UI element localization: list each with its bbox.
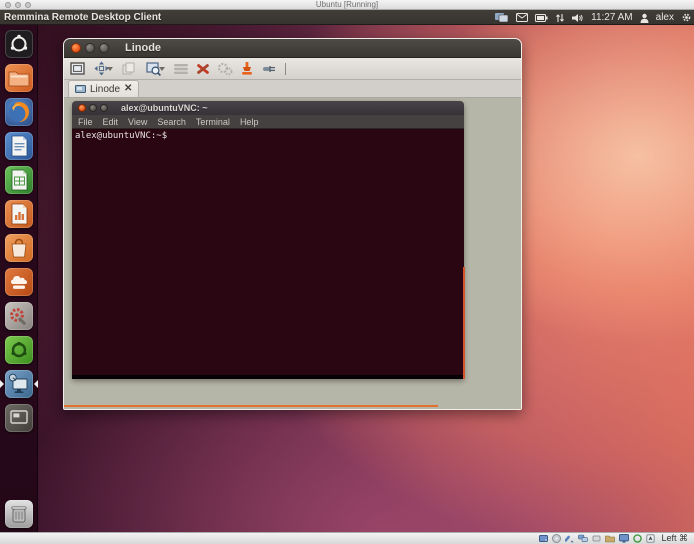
scaled-mode-dropdown[interactable]: [159, 67, 165, 71]
duplicate-tab-icon[interactable]: [121, 61, 137, 77]
launcher-item-libreoffice-calc[interactable]: [5, 166, 33, 194]
unity-launcher: [0, 25, 38, 532]
terminal-window-title: alex@ubuntuVNC: ~: [121, 103, 208, 113]
launcher-item-workspace-switcher[interactable]: [5, 404, 33, 432]
terminal-titlebar[interactable]: alex@ubuntuVNC: ~: [72, 101, 464, 115]
launcher-item-libreoffice-writer[interactable]: [5, 132, 33, 160]
virtualbox-host-window: Ubuntu [Running] Remmina Remote Desktop …: [0, 0, 694, 544]
vbox-mouse-icon[interactable]: [646, 534, 655, 543]
remmina-window-title: Linode: [125, 42, 161, 54]
launcher-running-arrow: [0, 380, 4, 388]
remmina-titlebar[interactable]: Linode: [64, 39, 521, 58]
disconnect-icon[interactable]: [239, 61, 255, 77]
remmina-tabbar: Linode ✕: [64, 80, 521, 98]
vbox-network-icon[interactable]: [578, 534, 588, 543]
menu-view[interactable]: View: [128, 117, 147, 127]
host-key-label: Left ⌘: [661, 533, 688, 544]
toolbar-separator: [285, 63, 286, 75]
clock-indicator[interactable]: 11:27 AM: [591, 12, 633, 23]
fit-window-icon[interactable]: [91, 61, 115, 77]
terminal-output[interactable]: alex@ubuntuVNC:~$: [72, 129, 464, 379]
session-gear-icon[interactable]: [681, 12, 692, 23]
terminal-maximize-button[interactable]: [100, 104, 108, 112]
launcher-item-dash-home[interactable]: [5, 30, 33, 58]
active-app-title: Remmina Remote Desktop Client: [4, 12, 161, 23]
terminal-menubar: File Edit View Search Terminal Help: [72, 115, 464, 129]
remote-terminal-window: alex@ubuntuVNC: ~ File Edit View Search …: [72, 101, 464, 379]
tools-icon[interactable]: [195, 61, 211, 77]
menu-help[interactable]: Help: [240, 117, 259, 127]
launcher-item-system-settings[interactable]: [5, 302, 33, 330]
volume-indicator-icon[interactable]: [572, 13, 584, 23]
launcher-item-trash[interactable]: [5, 500, 33, 528]
host-window-title: Ubuntu [Running]: [0, 0, 694, 10]
launcher-item-ubuntu-one[interactable]: [5, 268, 33, 296]
tab-label: Linode: [90, 84, 120, 95]
remmina-minimize-button[interactable]: [85, 43, 95, 53]
vbox-cd-icon[interactable]: [552, 534, 561, 543]
vbox-usb-icon[interactable]: [592, 534, 601, 543]
fullscreen-icon[interactable]: [69, 61, 85, 77]
menu-search[interactable]: Search: [157, 117, 186, 127]
launcher-item-green-app[interactable]: [5, 336, 33, 364]
vbox-recording-icon[interactable]: [633, 534, 642, 543]
launcher-item-libreoffice-impress[interactable]: [5, 200, 33, 228]
tab-close-icon[interactable]: ✕: [124, 84, 132, 94]
tab-screen-icon: [75, 85, 86, 94]
launcher-item-home-folder[interactable]: [5, 64, 33, 92]
user-indicator-icon[interactable]: [640, 13, 649, 23]
plug-icon[interactable]: [261, 61, 277, 77]
remote-wallpaper-strip: [64, 405, 438, 407]
vbox-sharedfolders-icon[interactable]: [605, 534, 615, 543]
vbox-statusbar: Left ⌘: [0, 532, 694, 544]
menu-terminal[interactable]: Terminal: [196, 117, 230, 127]
battery-indicator-icon[interactable]: [535, 14, 548, 22]
menu-file[interactable]: File: [78, 117, 93, 127]
displays-indicator-icon[interactable]: [495, 13, 509, 23]
vbox-hdd-icon[interactable]: [539, 534, 548, 543]
unity-top-panel: Remmina Remote Desktop Client 11:27 AM a…: [0, 10, 694, 25]
menu-edit[interactable]: Edit: [103, 117, 119, 127]
vbox-audio-icon[interactable]: [565, 534, 574, 543]
host-titlebar: Ubuntu [Running]: [0, 0, 694, 10]
launcher-item-software-center[interactable]: [5, 234, 33, 262]
terminal-minimize-button[interactable]: [89, 104, 97, 112]
grab-keyboard-icon[interactable]: [173, 61, 189, 77]
remmina-window: Linode: [63, 38, 522, 410]
messages-indicator-icon[interactable]: [516, 13, 528, 22]
shell-prompt: alex@ubuntuVNC:~$: [75, 131, 167, 141]
terminal-close-button[interactable]: [78, 104, 86, 112]
settings-gears-icon[interactable]: [217, 61, 233, 77]
fit-window-dropdown[interactable]: [107, 67, 113, 71]
vbox-display-icon[interactable]: [619, 534, 629, 543]
tab-linode[interactable]: Linode ✕: [68, 80, 139, 97]
username-indicator[interactable]: alex: [656, 12, 674, 23]
network-indicator-icon[interactable]: [555, 13, 565, 23]
terminal-edge-artifact: [463, 267, 465, 379]
remmina-toolbar: [64, 58, 521, 80]
launcher-focused-arrow: [34, 380, 38, 388]
remote-desktop-viewport[interactable]: alex@ubuntuVNC: ~ File Edit View Search …: [64, 98, 521, 409]
remmina-maximize-button[interactable]: [99, 43, 109, 53]
launcher-item-firefox[interactable]: [5, 98, 33, 126]
launcher-item-remmina[interactable]: [5, 370, 33, 398]
remmina-close-button[interactable]: [71, 43, 81, 53]
scaled-mode-icon[interactable]: [143, 61, 167, 77]
